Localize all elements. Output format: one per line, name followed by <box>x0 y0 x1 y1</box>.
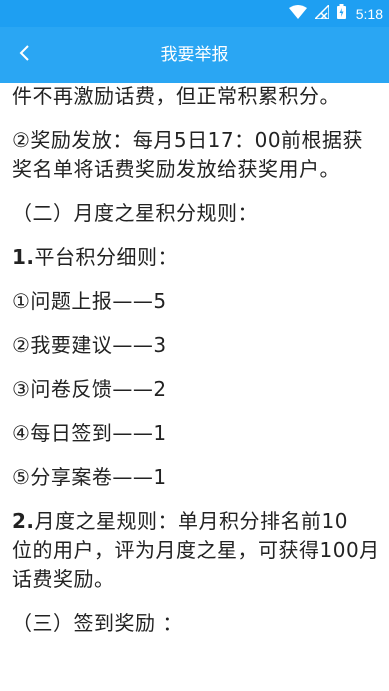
signal-icon <box>312 3 330 23</box>
list-item: ②我要建议——3 <box>12 333 167 357</box>
rule-label: 平台积分细则： <box>34 245 179 269</box>
rule-paragraph: 2.月度之星规则：单月积分排名前10 位的用户，评为月度之星，可获得100月话费… <box>12 507 380 594</box>
rule-heading: 1.平台积分细则： <box>12 243 380 272</box>
app-bar: 我要举报 <box>0 27 389 83</box>
article-content[interactable]: 件不再激励话费，但正常积累积分。 ②奖励发放：每月5日17：00前根据获奖名单将… <box>0 83 389 691</box>
list-item: ⑤分享案卷——1 <box>12 465 167 489</box>
status-time: 5:18 <box>355 5 383 22</box>
status-bar: 5:18 <box>0 0 389 27</box>
text-paragraph: ②奖励发放：每月5日17：00前根据获奖名单将话费奖励发放给获奖用户。 <box>12 128 364 181</box>
back-button[interactable] <box>4 35 44 75</box>
list-item: ③问卷反馈——2 <box>12 377 167 401</box>
list-item: ①问题上报——5 <box>12 289 167 313</box>
wifi-icon <box>288 4 307 23</box>
rule-number: 1. <box>12 245 35 269</box>
chevron-left-icon <box>18 44 30 66</box>
list-item: ④每日签到——1 <box>12 421 167 445</box>
rule-number: 2. <box>12 509 35 533</box>
section-heading: （三）签到奖励 ： <box>12 611 183 635</box>
page-title: 我要举报 <box>160 45 229 65</box>
status-icons: 5:18 <box>288 0 383 27</box>
battery-icon <box>336 4 346 23</box>
rule-label: 月度之星规则：单月积分排名前10 <box>34 509 348 533</box>
section-heading: （二）月度之星积分规则： <box>12 201 258 225</box>
text-line: 件不再激励话费，但正常积累积分。 <box>12 84 340 108</box>
rule-continued: 位的用户，评为月度之星，可获得100月话费奖励。 <box>12 538 380 591</box>
